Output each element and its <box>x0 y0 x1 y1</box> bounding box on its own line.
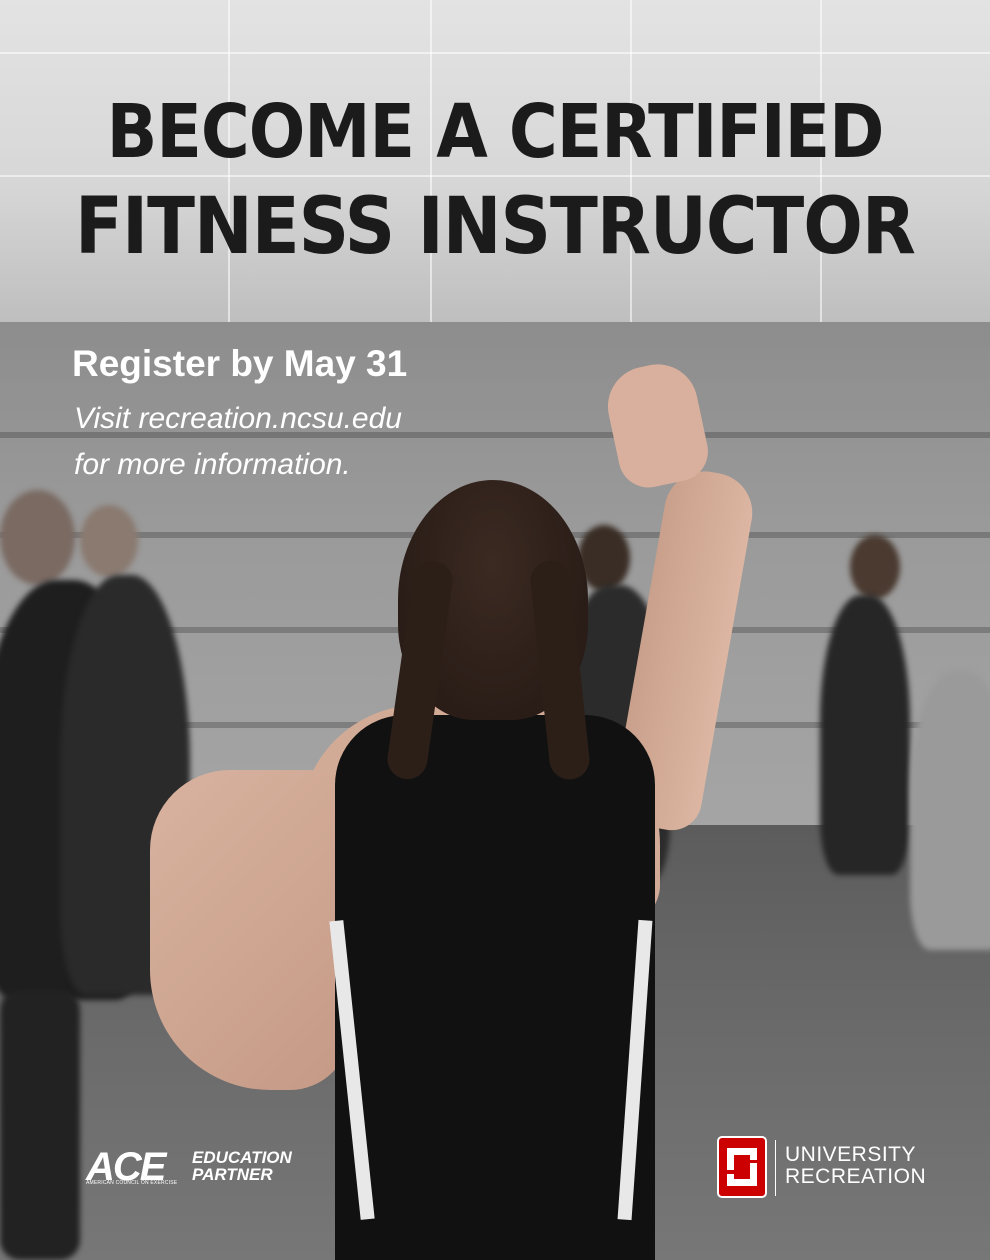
headline-bold-word: CERTIFIED <box>508 89 884 175</box>
headline-line-2: FITNESS INSTRUCTOR <box>75 182 916 272</box>
visit-info: Visit recreation.ncsu.edu for more infor… <box>74 396 494 488</box>
ace-education-partner-logo: ACE AMERICAN COUNCIL ON EXERCISE EDUCATI… <box>86 1147 292 1190</box>
nc-logo-line-2: RECREATION <box>785 1165 927 1188</box>
nc-logo-line-1: UNIVERSITY <box>785 1143 917 1166</box>
instructor-arm-on-hip <box>150 770 350 1090</box>
register-deadline: Register by May 31 <box>72 343 408 384</box>
university-recreation-wordmark: UNIVERSITY RECREATION <box>785 1144 926 1188</box>
headline-line-1: BECOME A CERTIFIED <box>0 86 990 178</box>
visit-url-line: Visit recreation.ncsu.edu <box>74 402 402 435</box>
headline: BECOME A CERTIFIED FITNESS INSTRUCTOR <box>0 86 990 276</box>
ace-label-line-2: PARTNER <box>192 1165 273 1184</box>
instructor-tank-top <box>335 715 655 1260</box>
university-recreation-logo: UNIVERSITY RECREATION <box>717 1136 926 1200</box>
ace-partner-label: EDUCATION PARTNER <box>192 1149 292 1183</box>
nc-state-block-s-icon <box>717 1136 767 1198</box>
ace-label-line-1: EDUCATION <box>192 1148 292 1167</box>
logo-divider <box>775 1140 776 1196</box>
ace-subtitle: AMERICAN COUNCIL ON EXERCISE <box>86 1180 178 1186</box>
visit-info-line: for more information. <box>74 448 351 481</box>
headline-prefix: BECOME A <box>106 89 509 175</box>
